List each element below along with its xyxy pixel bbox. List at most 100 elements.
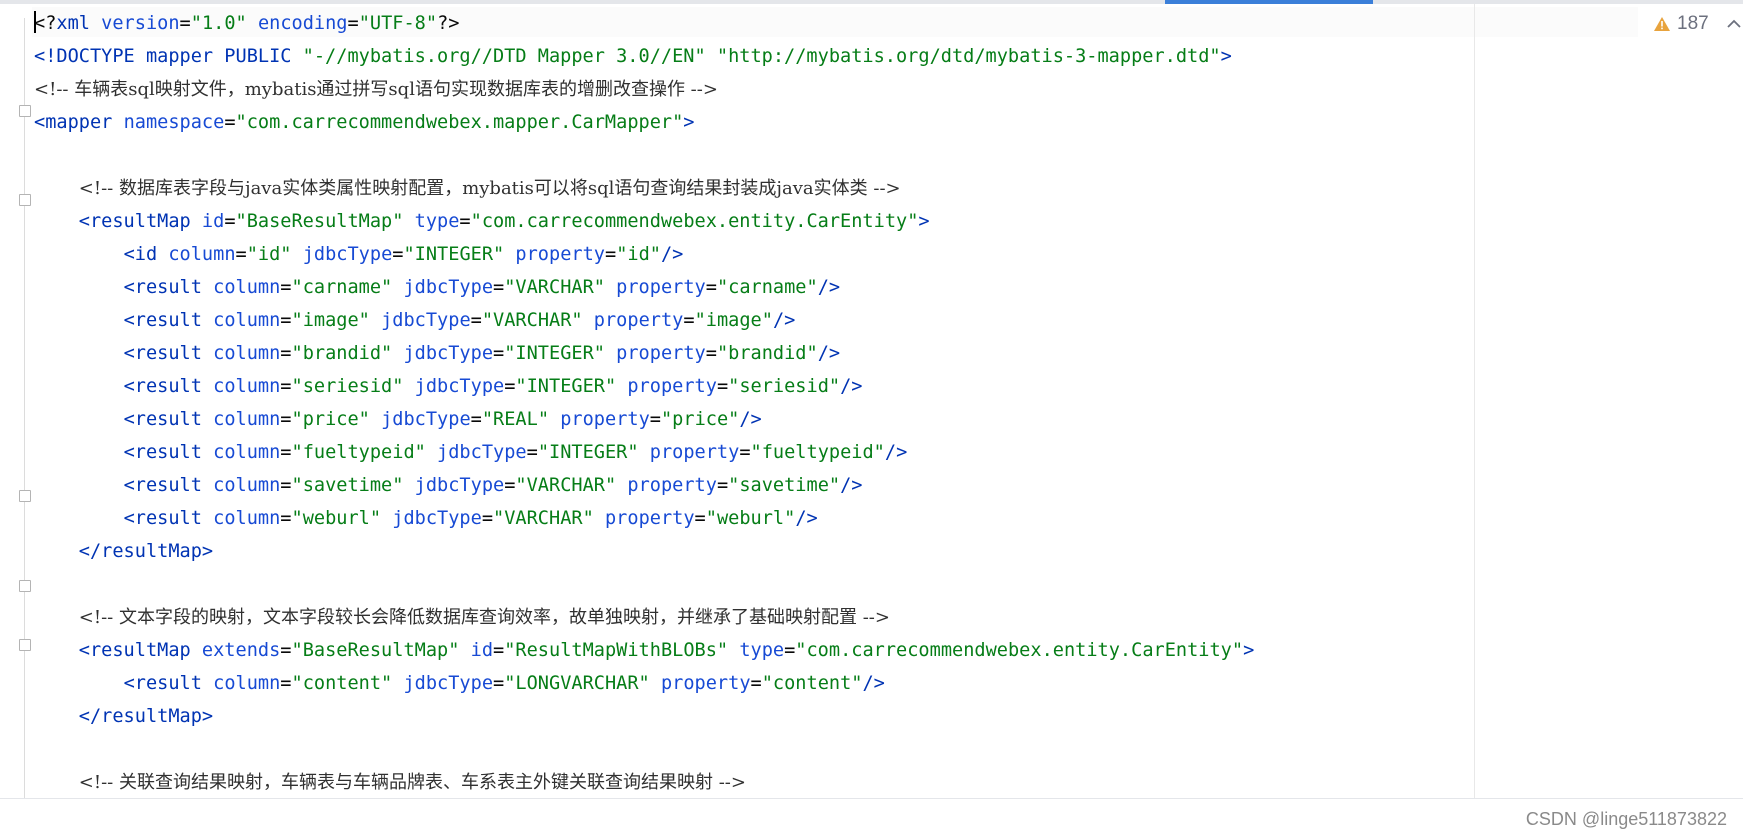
code-attribute: column	[213, 376, 281, 397]
code-plain: =	[280, 673, 292, 694]
code-string: "REAL"	[481, 409, 550, 430]
code-attribute: property	[515, 244, 605, 265]
code-plain	[605, 277, 616, 298]
code-tag: <id	[123, 244, 169, 265]
code-line[interactable]: <id column="id" jdbcType="INTEGER" prope…	[34, 238, 1472, 271]
code-tag: >	[918, 211, 930, 232]
code-plain: =	[280, 277, 292, 298]
code-tag: <result	[123, 376, 214, 397]
code-line[interactable]: <mapper namespace="com.carrecommendwebex…	[34, 106, 1472, 139]
code-line[interactable]: <!-- 关联查询结果映射，车辆表与车辆品牌表、车系表主外键关联查询结果映射 -…	[34, 766, 1472, 799]
code-line[interactable]: <result column="fueltypeid" jdbcType="IN…	[34, 436, 1472, 469]
code-attribute: property	[616, 277, 706, 298]
code-line[interactable]: <!DOCTYPE mapper PUBLIC "-//mybatis.org/…	[34, 40, 1472, 73]
code-line[interactable]: </resultMap>	[34, 535, 1472, 568]
code-plain: =	[280, 508, 292, 529]
code-string: "INTEGER"	[403, 244, 505, 265]
code-line[interactable]: </resultMap>	[34, 700, 1472, 733]
code-line[interactable]: <resultMap extends="BaseResultMap" id="R…	[34, 634, 1472, 667]
code-string: "brandid"	[291, 343, 393, 364]
watermark-text: CSDN @linge511873822	[1525, 809, 1727, 829]
code-attribute: jdbcType	[414, 376, 505, 397]
code-plain: =	[493, 343, 505, 364]
code-plain	[34, 475, 124, 496]
code-plain	[403, 376, 414, 397]
code-string: "fueltypeid"	[291, 442, 426, 463]
code-attribute: column	[213, 673, 281, 694]
code-line[interactable]: <result column="seriesid" jdbcType="INTE…	[34, 370, 1472, 403]
code-plain	[403, 211, 414, 232]
code-comment: <!-- 数据库表字段与java实体类属性映射配置，mybatis可以将sql语…	[78, 178, 901, 199]
code-plain	[34, 706, 79, 727]
code-line[interactable]: <resultMap id="BaseResultMap" type="com.…	[34, 205, 1472, 238]
code-line[interactable]: <!-- 文本字段的映射，文本字段较长会降低数据库查询效率，故单独映射，并继承了…	[34, 601, 1472, 634]
code-plain: =	[493, 277, 505, 298]
code-attribute: jdbcType	[403, 277, 494, 298]
code-plain: =	[235, 244, 247, 265]
fold-marker-resultmap-2[interactable]	[19, 580, 31, 592]
code-line[interactable]	[34, 568, 1472, 601]
fold-marker-resultmap-2-end[interactable]	[19, 639, 31, 651]
code-tag: />	[739, 409, 762, 430]
fold-marker-resultmap-1-end[interactable]	[19, 490, 31, 502]
code-string: "VARCHAR"	[515, 475, 617, 496]
code-tag: />	[862, 673, 885, 694]
code-line[interactable]: <result column="image" jdbcType="VARCHAR…	[34, 304, 1472, 337]
code-tag: <result	[123, 475, 214, 496]
code-attribute: encoding	[257, 13, 348, 34]
code-plain	[706, 46, 717, 67]
code-line[interactable]: <?xml version="1.0" encoding="UTF-8"?>	[34, 7, 1472, 40]
code-attribute: jdbcType	[392, 508, 482, 529]
code-plain	[650, 673, 661, 694]
code-line[interactable]: <!-- 数据库表字段与java实体类属性映射配置，mybatis可以将sql语…	[34, 172, 1472, 205]
code-plain: =	[504, 376, 516, 397]
code-tag: />	[660, 244, 684, 265]
code-plain: =	[280, 343, 292, 364]
chevron-up-icon[interactable]	[1727, 19, 1741, 29]
tab-scroll-indicator[interactable]	[1165, 0, 1373, 4]
code-plain: =	[280, 409, 292, 430]
code-comment: <!-- 关联查询结果映射，车辆表与车辆品牌表、车系表主外键关联查询结果映射 -…	[78, 772, 746, 793]
code-line[interactable]: <result column="carname" jdbcType="VARCH…	[34, 271, 1472, 304]
code-line[interactable]: <result column="content" jdbcType="LONGV…	[34, 667, 1472, 700]
code-line[interactable]: <result column="weburl" jdbcType="VARCHA…	[34, 502, 1472, 535]
code-string: "seriesid"	[291, 376, 404, 397]
code-plain	[392, 277, 403, 298]
code-line[interactable]: <!-- 车辆表sql映射文件，mybatis通过拼写sql语句实现数据库表的增…	[34, 73, 1472, 106]
code-line[interactable]: <result column="savetime" jdbcType="VARC…	[34, 469, 1472, 502]
code-line[interactable]: <result column="brandid" jdbcType="INTEG…	[34, 337, 1472, 370]
code-tag: />	[840, 475, 863, 496]
code-tag: <resultMap	[78, 211, 202, 232]
code-editor[interactable]: <?xml version="1.0" encoding="UTF-8"?> <!…	[34, 7, 1472, 799]
code-line[interactable]: <result column="price" jdbcType="REAL" p…	[34, 403, 1472, 436]
code-tag: <!DOCTYPE mapper PUBLIC	[34, 46, 303, 67]
code-plain	[34, 541, 79, 562]
inspection-widget[interactable]: 187	[1653, 12, 1741, 36]
code-attribute: type	[414, 211, 460, 232]
code-attribute: column	[213, 442, 281, 463]
code-plain: =	[694, 508, 706, 529]
code-attribute: jdbcType	[437, 442, 527, 463]
code-string: "BaseResultMap"	[235, 211, 404, 232]
code-line[interactable]	[34, 733, 1472, 766]
editor-top-border	[0, 0, 1743, 4]
code-plain: =	[739, 442, 751, 463]
code-attribute: jdbcType	[414, 475, 505, 496]
code-attribute: property	[604, 508, 695, 529]
code-line[interactable]	[34, 139, 1472, 172]
code-plain	[594, 508, 605, 529]
code-plain	[34, 772, 79, 793]
fold-marker-mapper[interactable]	[19, 105, 31, 117]
code-plain: =	[459, 211, 471, 232]
code-string: "VARCHAR"	[504, 277, 605, 298]
code-attribute: jdbcType	[403, 673, 494, 694]
code-plain	[381, 508, 392, 529]
fold-marker-resultmap-1[interactable]	[19, 194, 31, 206]
code-string: "price"	[291, 409, 370, 430]
code-string: "brandid"	[716, 343, 818, 364]
code-string: "fueltypeid"	[750, 442, 885, 463]
code-plain	[34, 277, 124, 298]
editor-gutter[interactable]	[0, 4, 32, 830]
code-attribute: namespace	[123, 112, 225, 133]
code-string: "VARCHAR"	[493, 508, 594, 529]
